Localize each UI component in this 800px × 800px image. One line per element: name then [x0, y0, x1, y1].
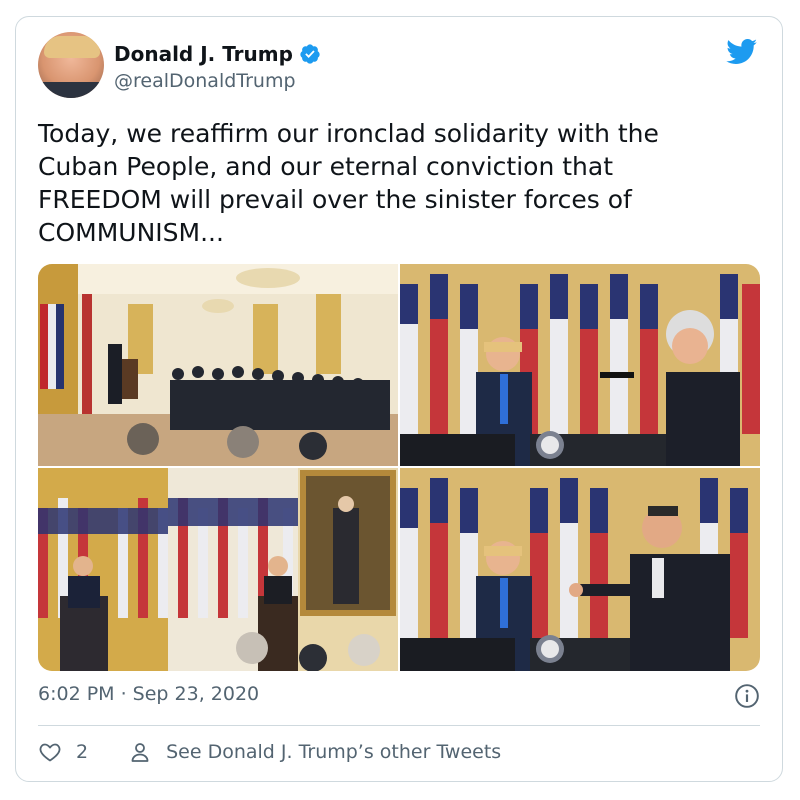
media-photo[interactable]	[400, 264, 760, 466]
avatar[interactable]	[38, 32, 104, 98]
tweet-text: Today, we reaffirm our ironclad solidari…	[38, 119, 659, 247]
divider	[38, 725, 760, 726]
info-icon[interactable]	[734, 683, 760, 709]
heart-icon[interactable]	[38, 740, 62, 764]
other-tweets-label[interactable]: See Donald J. Trump’s other Tweets	[166, 741, 501, 763]
tweet-actions: 2 See Donald J. Trump’s other Tweets	[38, 737, 501, 767]
tweet-timestamp[interactable]: 6:02 PM · Sep 23, 2020	[38, 683, 259, 705]
verified-badge-icon	[300, 44, 320, 64]
media-photo[interactable]	[38, 468, 398, 671]
media-grid[interactable]	[38, 264, 760, 671]
person-icon	[131, 743, 149, 762]
author-name-row[interactable]: Donald J. Trump	[114, 42, 321, 66]
media-photo[interactable]	[400, 468, 760, 671]
user-handle[interactable]: @realDonaldTrump	[114, 70, 296, 92]
tweet-card[interactable]: Donald J. Trump @realDonaldTrump Today, …	[15, 16, 783, 782]
media-photo[interactable]	[38, 264, 398, 466]
like-count: 2	[76, 741, 89, 763]
like-button[interactable]: 2	[38, 740, 88, 764]
other-tweets-link[interactable]: See Donald J. Trump’s other Tweets	[128, 740, 501, 764]
twitter-bird-icon[interactable]	[726, 39, 758, 65]
display-name[interactable]: Donald J. Trump	[114, 42, 293, 66]
